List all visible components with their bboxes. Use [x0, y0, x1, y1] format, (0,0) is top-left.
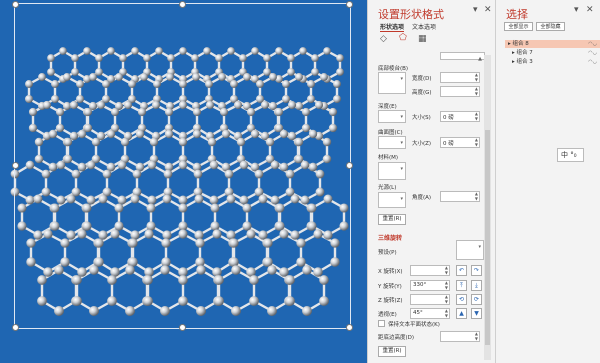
depth-size-field[interactable]: 0 磅 ▲ ▼	[440, 111, 480, 122]
contour-color-dropdown[interactable]: ▾	[378, 136, 406, 149]
show-all-button[interactable]: 全部显示	[504, 22, 533, 31]
size-properties-icon[interactable]: ▦	[418, 34, 427, 44]
material-dropdown[interactable]: ▾	[378, 162, 406, 180]
depth-size-label: 大小(S)	[412, 115, 431, 121]
bevel-height-field[interactable]: ▲ ▼	[440, 86, 480, 97]
reset-button-2[interactable]: 重置(R)	[378, 346, 406, 357]
x-rotation-label: X 旋转(X)	[378, 269, 403, 275]
list-item-label: 组合 7	[516, 50, 533, 56]
bevel-bottom-label: 底部棱台(B)	[378, 66, 409, 72]
resize-handle-l[interactable]	[12, 162, 19, 169]
selection-box	[14, 3, 351, 329]
resize-handle-bl[interactable]	[12, 324, 19, 331]
z-rotation-field[interactable]: ▲ ▼	[410, 294, 450, 305]
list-item[interactable]: ▸ 组合 7 ◠◡	[505, 49, 600, 57]
rotate-cw-icon[interactable]: ⟳	[471, 294, 482, 305]
angle-label: 角度(A)	[412, 195, 432, 201]
x-rotation-field[interactable]: ▲ ▼	[410, 265, 450, 276]
pane-title: 设置形状格式	[378, 8, 444, 21]
resize-handle-tl[interactable]	[12, 1, 19, 8]
eye-icon[interactable]: ◠◡	[588, 40, 597, 48]
selection-pane-title: 选择	[506, 8, 528, 21]
rotate-right-icon[interactable]: ↷	[471, 265, 482, 276]
eye-icon[interactable]: ◠◡	[588, 58, 597, 66]
rotate-down-icon[interactable]: ⤓	[471, 280, 482, 291]
resize-handle-t[interactable]	[179, 1, 186, 8]
tab-shape-options[interactable]: 形状选项	[380, 22, 405, 32]
format-shape-pane: 设置形状格式 ▾ ✕ 形状选项 文本选项 ◇ ⬠ ▦ ▲ 底部棱台(B) ▾ 宽…	[367, 0, 495, 363]
y-rotation-label: Y 旋转(Y)	[378, 284, 402, 290]
hide-all-button[interactable]: 全部隐藏	[536, 22, 565, 31]
format-pane-scroll-thumb[interactable]	[485, 130, 490, 345]
keep-text-flat-checkbox[interactable]	[378, 320, 385, 327]
distance-field[interactable]: ▲ ▼	[440, 331, 480, 342]
keep-text-flat-label: 保持文本平面状态(K)	[388, 322, 440, 328]
resize-handle-br[interactable]	[346, 324, 353, 331]
pin-icon[interactable]: ▾	[473, 5, 478, 15]
list-item[interactable]: ▸ 组合 3 ◠◡	[505, 58, 600, 66]
bevel-bottom-dropdown[interactable]: ▾	[378, 72, 406, 94]
resize-handle-b[interactable]	[179, 324, 186, 331]
perspective-field[interactable]: 45° ▲ ▼	[410, 308, 450, 319]
contour-label: 曲面图(C)	[378, 130, 403, 136]
material-label: 材料(M)	[378, 155, 399, 161]
rotate-left-icon[interactable]: ↶	[456, 265, 467, 276]
fill-line-icon[interactable]: ◇	[380, 34, 387, 44]
widen-view-icon[interactable]: ▼	[471, 308, 482, 319]
contour-size-label: 大小(Z)	[412, 141, 432, 147]
rotation-preset-dropdown[interactable]: ▾	[456, 240, 484, 260]
preset-label: 预设(P)	[378, 250, 397, 256]
contour-size-field[interactable]: 0 磅 ▲ ▼	[440, 137, 480, 148]
depth-label: 深度(E)	[378, 104, 397, 110]
close-icon[interactable]: ✕	[484, 5, 492, 15]
lighting-angle-field[interactable]: ▲ ▼	[440, 191, 480, 202]
lighting-dropdown[interactable]: ▾	[378, 192, 406, 208]
list-item-label: 组合 3	[516, 59, 533, 65]
perspective-label: 透视(E)	[378, 312, 397, 318]
ime-indicator[interactable]: 中 °₀	[557, 148, 584, 162]
list-item[interactable]: ▸ 组合 8 ◠◡	[505, 40, 600, 48]
selection-close-icon[interactable]: ✕	[586, 5, 594, 15]
resize-handle-tr[interactable]	[346, 1, 353, 8]
resize-handle-r[interactable]	[346, 162, 353, 169]
depth-color-dropdown[interactable]: ▾	[378, 110, 406, 123]
width-label: 宽度(D)	[412, 76, 432, 82]
eye-icon[interactable]: ◠◡	[588, 49, 597, 57]
rotation-section-heading[interactable]: 三维旋转	[378, 233, 402, 242]
z-rotation-label: Z 旋转(Z)	[378, 298, 403, 304]
y-rotation-field[interactable]: 330° ▲ ▼	[410, 280, 450, 291]
slide-canvas[interactable]	[0, 0, 367, 363]
rotate-ccw-icon[interactable]: ⟲	[456, 294, 467, 305]
selection-pin-icon[interactable]: ▾	[574, 5, 579, 15]
narrow-view-icon[interactable]: ▲	[456, 308, 467, 319]
reset-button[interactable]: 重置(R)	[378, 214, 406, 225]
height-label: 高度(G)	[412, 90, 432, 96]
distance-label: 距底边高度(D)	[378, 335, 415, 341]
list-item-label: 组合 8	[512, 41, 529, 47]
lighting-label: 光源(L)	[378, 185, 397, 191]
bevel-width-field[interactable]: ▲ ▼	[440, 72, 480, 83]
effects-icon[interactable]: ⬠	[399, 33, 407, 43]
top-bevel-width-field[interactable]: ▲	[440, 52, 485, 62]
rotate-up-icon[interactable]: ⤒	[456, 280, 467, 291]
tab-text-options[interactable]: 文本选项	[412, 22, 436, 31]
